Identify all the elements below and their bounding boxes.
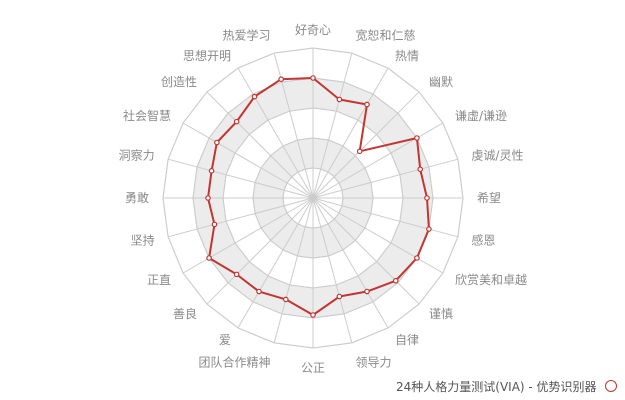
radar-axis-label: 爱	[219, 333, 231, 347]
radar-data-point[interactable]	[426, 226, 432, 232]
legend-label: 24种人格力量测试(VIA) - 优势识别器	[396, 379, 597, 394]
radar-data-point[interactable]	[205, 195, 211, 201]
radar-axis-label: 善良	[173, 306, 197, 321]
radar-axis-label: 勇敢	[125, 191, 149, 205]
radar-axis-label: 思想开明	[183, 48, 231, 63]
radar-data-point[interactable]	[417, 166, 424, 173]
radar-axis-label: 希望	[477, 190, 501, 205]
radar-chart: 好奇心 宽恕和仁慈热情幽默谦虚/谦逊虔诚/灵性希望感恩欣赏美和卓越谨慎自律领导力 公…	[119, 23, 527, 375]
radar-data-point[interactable]	[310, 75, 316, 81]
radar-data-point[interactable]	[206, 255, 212, 261]
radar-axis-label: 热爱学习	[223, 28, 271, 43]
radar-axis-label: 正直	[147, 273, 171, 287]
radar-data-point[interactable]	[364, 101, 370, 108]
radar-data-point[interactable]	[414, 135, 420, 141]
radar-axis-label: 领导力	[355, 355, 391, 369]
radar-axis-label: 幽默	[429, 74, 453, 89]
radar-data-point[interactable]	[364, 288, 370, 295]
radar-data-point[interactable]	[310, 312, 316, 318]
radar-data-point[interactable]	[278, 76, 284, 82]
radar-axis-label: 宽恕和仁慈	[355, 28, 415, 43]
radar-axis-label: 坚持	[131, 232, 155, 247]
radar-data-point[interactable]	[251, 93, 258, 100]
radar-data-point[interactable]	[283, 296, 289, 303]
radar-data-point[interactable]	[233, 118, 240, 125]
radar-axis-label: 好奇心	[295, 23, 331, 37]
radar-axis-label: 热情	[395, 49, 419, 63]
radar-data-point[interactable]	[233, 271, 240, 278]
radar-data-point[interactable]	[424, 195, 430, 201]
radar-axis-label: 谨慎	[429, 307, 453, 321]
radar-axis-label: 谦虚/谦逊	[455, 109, 507, 123]
radar-axis-label: 感恩	[471, 232, 495, 247]
radar-axis-label: 自律	[395, 333, 419, 347]
radar-data-point[interactable]	[392, 277, 399, 284]
radar-data-point[interactable]	[336, 293, 343, 300]
radar-data-point[interactable]	[414, 255, 420, 261]
radar-data-point[interactable]	[356, 148, 363, 155]
radar-data-point[interactable]	[214, 139, 220, 146]
legend[interactable]: 24种人格力量测试(VIA) - 优势识别器	[396, 377, 617, 395]
radar-data-point[interactable]	[211, 221, 218, 228]
radar-axis-label: 欣赏美和卓越	[455, 273, 527, 287]
radar-data-point[interactable]	[208, 168, 215, 174]
radar-axis-label: 创造性	[161, 75, 197, 89]
radar-data-point[interactable]	[256, 288, 262, 295]
radar-axis-label: 洞察力	[119, 149, 155, 163]
legend-series-marker-icon[interactable]	[604, 380, 617, 392]
radar-axis-label: 社会智慧	[123, 108, 171, 123]
radar-axis-label: 团队合作精神	[199, 354, 271, 369]
radar-axis-label: 公正	[301, 361, 325, 375]
radar-data-point[interactable]	[336, 96, 343, 103]
radar-axis-label: 虔诚/灵性	[471, 149, 523, 163]
